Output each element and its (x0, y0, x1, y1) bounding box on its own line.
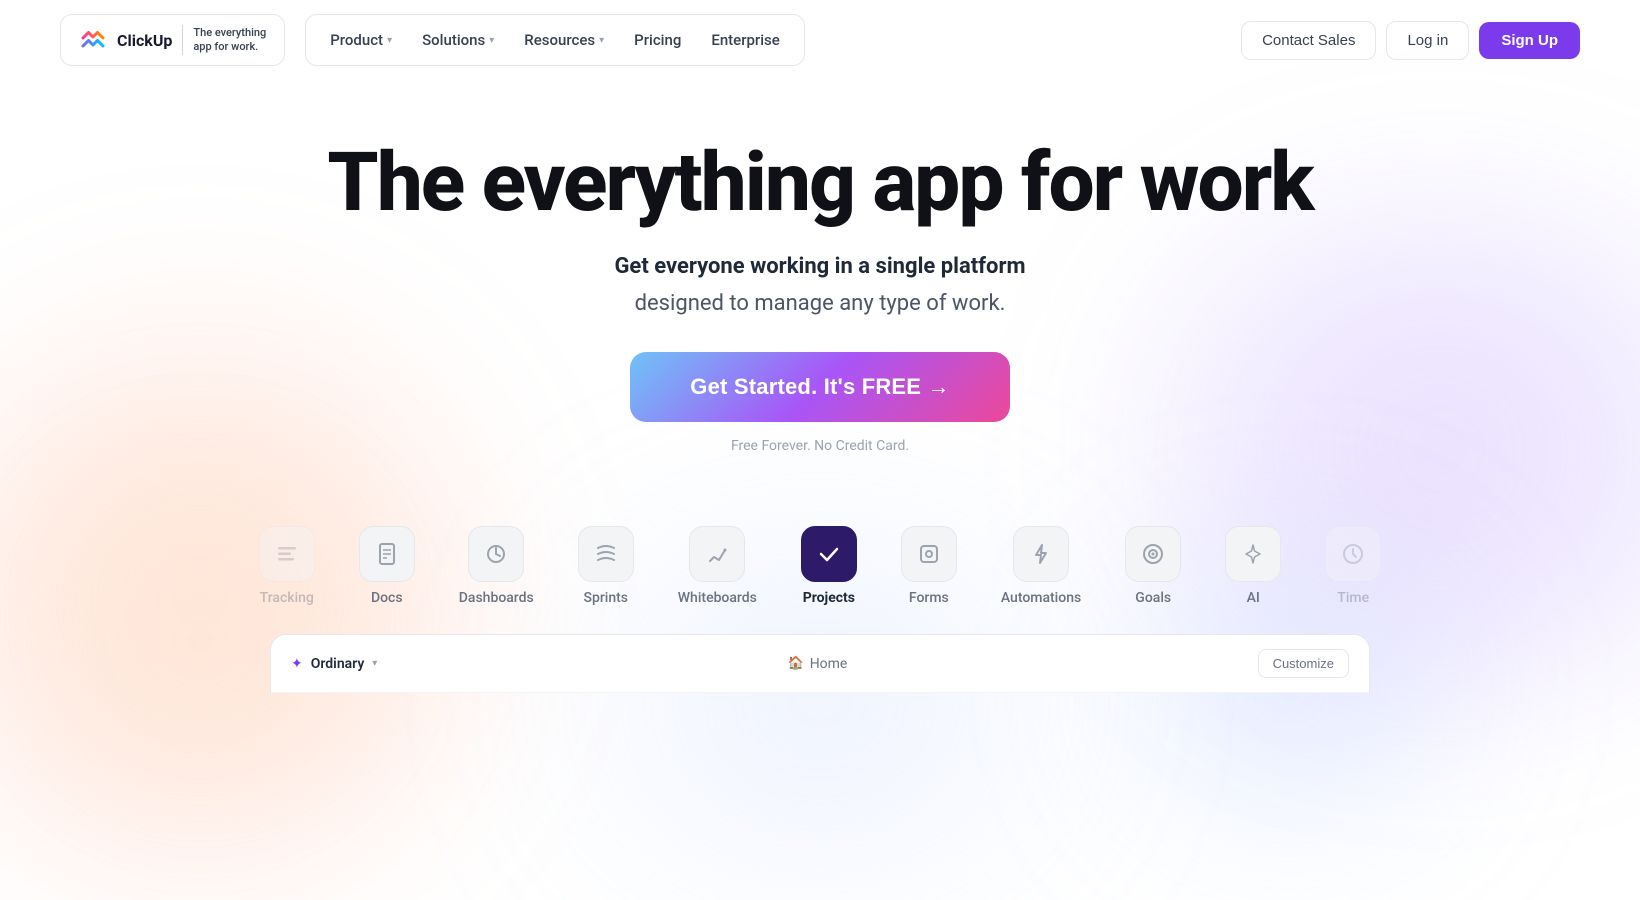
hero-section: The everything app for work Get everyone… (0, 80, 1640, 494)
cta-button[interactable]: Get Started. It's FREE → (630, 352, 1009, 422)
nav-product[interactable]: Product ▾ (316, 23, 406, 57)
navbar-left: ClickUp The everything app for work. Pro… (60, 14, 805, 66)
dashboards-icon (468, 526, 524, 582)
home-label: Home (810, 656, 848, 672)
dashboards-label: Dashboards (459, 590, 534, 606)
nav-pricing[interactable]: Pricing (620, 23, 695, 57)
hero-subtitle-regular: designed to manage any type of work. (20, 291, 1620, 316)
projects-label: Projects (803, 590, 855, 606)
hero-title: The everything app for work (20, 140, 1620, 226)
nav-solutions[interactable]: Solutions ▾ (408, 23, 508, 57)
feature-tab-sprints[interactable]: Sprints (556, 514, 656, 618)
goals-icon (1125, 526, 1181, 582)
customize-button[interactable]: Customize (1258, 649, 1349, 678)
workspace-sparkle-icon: ✦ (291, 656, 303, 672)
nav-enterprise[interactable]: Enterprise (697, 23, 793, 57)
forms-icon (901, 526, 957, 582)
feature-tab-whiteboards[interactable]: Whiteboards (656, 514, 779, 618)
logo-brand: ClickUp (117, 31, 172, 50)
docs-icon (359, 526, 415, 582)
logo-tagline: The everything app for work. (193, 26, 266, 55)
navbar: ClickUp The everything app for work. Pro… (0, 0, 1640, 80)
time-icon (1325, 526, 1381, 582)
feature-tab-tracking[interactable]: Tracking (237, 514, 337, 618)
home-icon: 🏠 (788, 656, 804, 671)
logo-container[interactable]: ClickUp The everything app for work. (60, 14, 285, 66)
logo-divider (182, 25, 183, 55)
sprints-label: Sprints (583, 590, 628, 606)
feature-tab-forms[interactable]: Forms (879, 514, 979, 618)
nav-resources[interactable]: Resources ▾ (510, 23, 618, 57)
sprints-icon (578, 526, 634, 582)
goals-label: Goals (1135, 590, 1171, 606)
feature-tab-automations[interactable]: Automations (979, 514, 1103, 618)
feature-tab-ai[interactable]: AI (1203, 514, 1303, 618)
time-label: Time (1337, 590, 1369, 606)
tracking-icon (259, 526, 315, 582)
clickup-logo-icon (79, 26, 107, 54)
solutions-chevron-icon: ▾ (489, 35, 494, 46)
whiteboards-icon (689, 526, 745, 582)
workspace-name: Ordinary (311, 656, 365, 672)
automations-label: Automations (1001, 590, 1081, 606)
ai-icon (1225, 526, 1281, 582)
contact-sales-button[interactable]: Contact Sales (1241, 21, 1376, 60)
signup-button[interactable]: Sign Up (1479, 22, 1580, 59)
home-link[interactable]: 🏠 Home (788, 656, 848, 672)
whiteboards-label: Whiteboards (678, 590, 757, 606)
feature-tab-docs[interactable]: Docs (337, 514, 437, 618)
ai-label: AI (1247, 590, 1260, 606)
nav-links: Product ▾ Solutions ▾ Resources ▾ Pricin… (305, 14, 805, 66)
resources-chevron-icon: ▾ (599, 35, 604, 46)
projects-icon (801, 526, 857, 582)
hero-subtitle-bold: Get everyone working in a single platfor… (20, 250, 1620, 283)
feature-tab-goals[interactable]: Goals (1103, 514, 1203, 618)
docs-label: Docs (371, 590, 403, 606)
workspace-chevron-icon: ▾ (372, 658, 377, 669)
feature-tab-dashboards[interactable]: Dashboards (437, 514, 556, 618)
feature-tab-time[interactable]: Time (1303, 514, 1403, 618)
feature-tab-projects[interactable]: Projects (779, 514, 879, 618)
forms-label: Forms (909, 590, 949, 606)
navbar-right: Contact Sales Log in Sign Up (1241, 21, 1580, 60)
product-chevron-icon: ▾ (387, 35, 392, 46)
preview-card-header: ✦ Ordinary ▾ 🏠 Home Customize (271, 635, 1369, 693)
feature-tabs: Tracking Docs Dashboards Sprints Whiteboards… (0, 494, 1640, 618)
tracking-label: Tracking (260, 590, 314, 606)
preview-card: ✦ Ordinary ▾ 🏠 Home Customize (270, 634, 1370, 693)
hero-fine-print: Free Forever. No Credit Card. (20, 438, 1620, 454)
automations-icon (1013, 526, 1069, 582)
login-button[interactable]: Log in (1386, 21, 1469, 60)
workspace-selector[interactable]: ✦ Ordinary ▾ (291, 656, 377, 672)
